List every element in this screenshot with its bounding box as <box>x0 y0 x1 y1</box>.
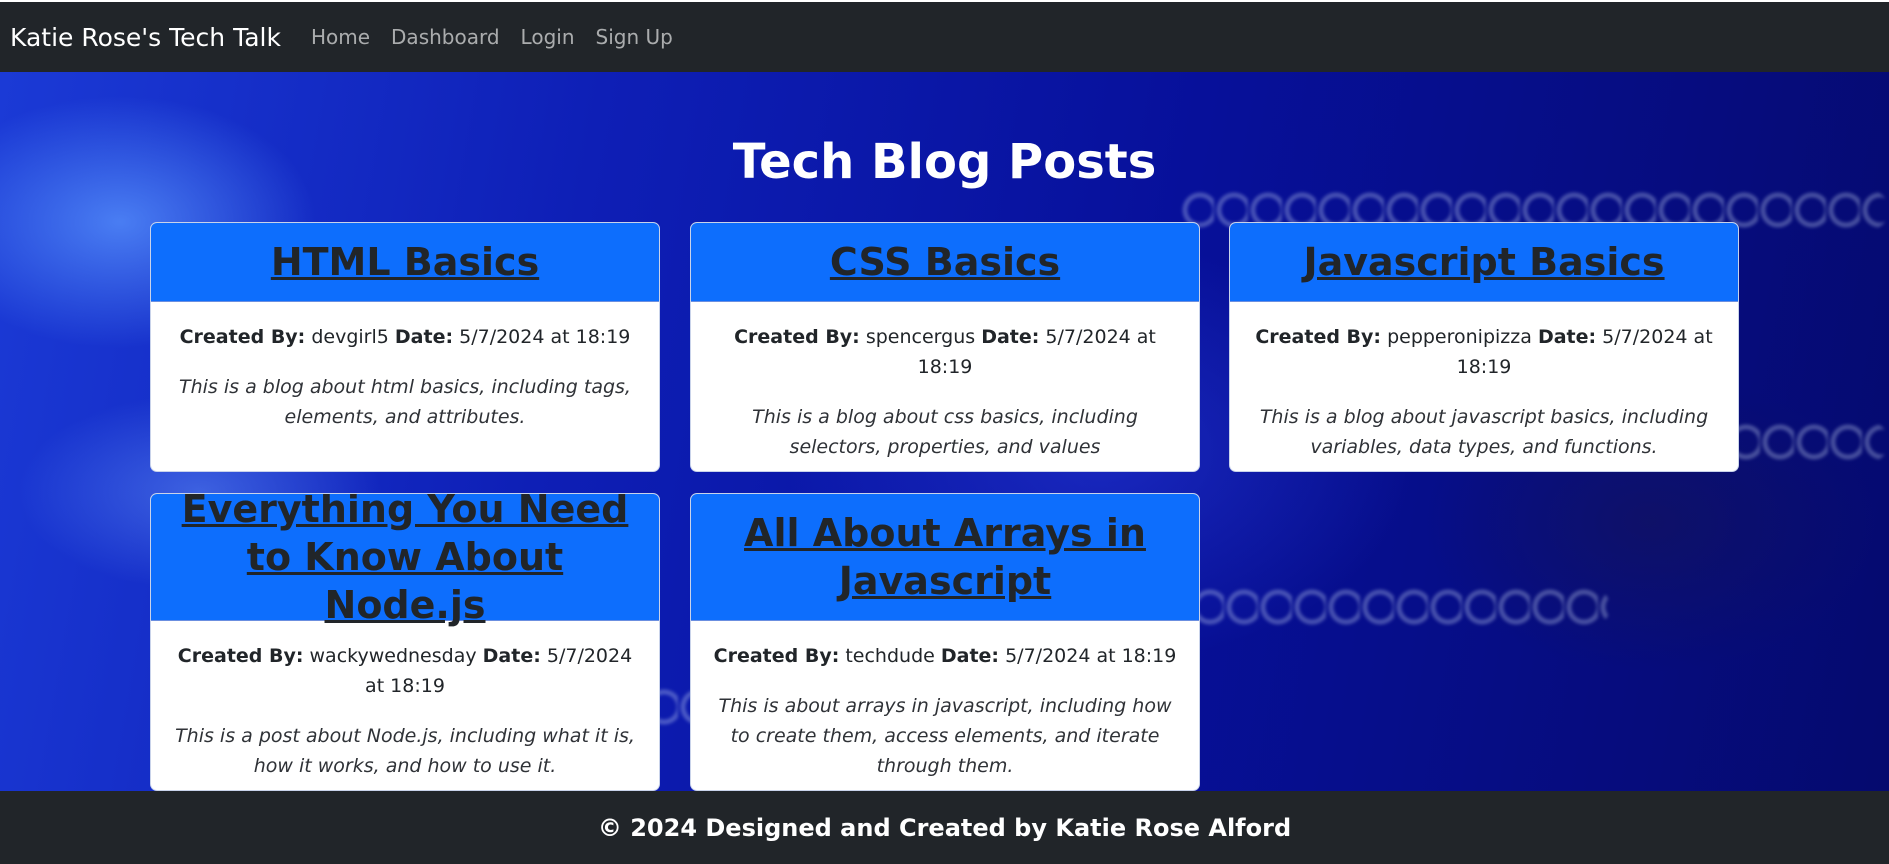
nav-link-dashboard[interactable]: Dashboard <box>391 25 500 49</box>
decorative-chain-band <box>1190 587 1610 627</box>
page-title: Tech Blog Posts <box>732 134 1157 190</box>
card-header: CSS Basics <box>691 223 1199 302</box>
post-title-link[interactable]: Javascript Basics <box>1303 238 1664 286</box>
date-label: Date: <box>394 326 454 348</box>
created-by-label: Created By: <box>734 326 860 348</box>
post-title-link[interactable]: CSS Basics <box>830 238 1060 286</box>
post-date: 5/7/2024 at 18:19 <box>1005 645 1177 667</box>
card-header: Everything You Need to Know About Node.j… <box>151 494 659 627</box>
card-body: Created By: spencergus Date: 5/7/2024 at… <box>691 302 1199 462</box>
card-body: Created By: pepperonipizza Date: 5/7/202… <box>1230 302 1738 462</box>
post-description: This is a blog about javascript basics, … <box>1259 406 1709 458</box>
post-author: wackywednesday <box>309 645 477 667</box>
card-body: Created By: devgirl5 Date: 5/7/2024 at 1… <box>151 302 659 432</box>
blog-post-card: CSS Basics Created By: spencergus Date: … <box>690 222 1200 472</box>
nav-link-home[interactable]: Home <box>311 25 370 49</box>
nav-link-login[interactable]: Login <box>521 25 575 49</box>
created-by-label: Created By: <box>177 645 304 667</box>
blog-post-card: Everything You Need to Know About Node.j… <box>150 493 660 791</box>
blog-post-card: All About Arrays in Javascript Created B… <box>690 493 1200 791</box>
post-title-link[interactable]: HTML Basics <box>271 238 539 286</box>
card-body: Created By: wackywednesday Date: 5/7/202… <box>151 621 659 781</box>
post-meta: Created By: spencergus Date: 5/7/2024 at… <box>711 322 1179 382</box>
nav-link-signup[interactable]: Sign Up <box>596 25 673 49</box>
blog-post-card: HTML Basics Created By: devgirl5 Date: 5… <box>150 222 660 472</box>
card-header: HTML Basics <box>151 223 659 302</box>
post-author: pepperonipizza <box>1387 326 1532 348</box>
page-footer: © 2024 Designed and Created by Katie Ros… <box>0 791 1889 864</box>
post-meta: Created By: pepperonipizza Date: 5/7/202… <box>1250 322 1718 382</box>
created-by-label: Created By: <box>713 645 840 667</box>
post-date: 5/7/2024 at 18:19 <box>459 326 631 348</box>
post-meta: Created By: wackywednesday Date: 5/7/202… <box>171 641 639 701</box>
post-meta: Created By: devgirl5 Date: 5/7/2024 at 1… <box>171 322 639 352</box>
post-author: devgirl5 <box>311 326 389 348</box>
post-description: This is a blog about html basics, includ… <box>179 376 631 428</box>
site-brand[interactable]: Katie Rose's Tech Talk <box>10 23 281 52</box>
post-meta: Created By: techdude Date: 5/7/2024 at 1… <box>711 641 1179 671</box>
created-by-label: Created By: <box>179 326 306 348</box>
post-description: This is a post about Node.js, including … <box>175 725 635 777</box>
card-header: Javascript Basics <box>1230 223 1738 302</box>
post-title-link[interactable]: All About Arrays in Javascript <box>709 509 1181 605</box>
date-label: Date: <box>981 326 1040 348</box>
post-author: techdude <box>845 645 935 667</box>
date-label: Date: <box>940 645 1000 667</box>
post-description: This is about arrays in javascript, incl… <box>718 695 1172 777</box>
date-label: Date: <box>1537 326 1597 348</box>
card-body: Created By: techdude Date: 5/7/2024 at 1… <box>691 621 1199 781</box>
date-label: Date: <box>482 645 541 667</box>
post-author: spencergus <box>865 326 976 348</box>
created-by-label: Created By: <box>1255 326 1382 348</box>
card-header: All About Arrays in Javascript <box>691 494 1199 621</box>
top-navbar: Katie Rose's Tech Talk Home Dashboard Lo… <box>0 0 1889 72</box>
post-description: This is a blog about css basics, includi… <box>752 406 1138 458</box>
post-title-link[interactable]: Everything You Need to Know About Node.j… <box>169 494 641 629</box>
blog-post-card: Javascript Basics Created By: pepperonip… <box>1229 222 1739 472</box>
